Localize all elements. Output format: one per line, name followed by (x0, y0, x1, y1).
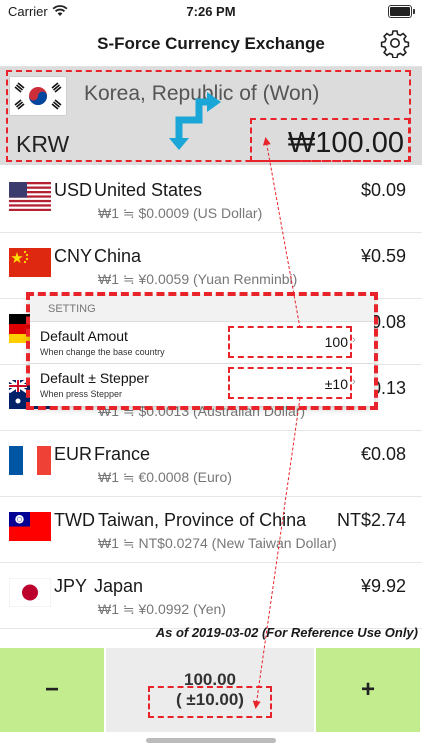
currency-code: CNY (54, 246, 93, 266)
currency-code: TWD (54, 510, 95, 530)
default-amount-row[interactable]: Default Amout When change the base count… (30, 321, 374, 364)
gear-icon[interactable] (380, 28, 410, 58)
country-name: United States (94, 180, 203, 200)
country-name: China (94, 246, 142, 266)
exchange-rate: ₩1 ≒ $0.0009 (US Dollar) (98, 205, 263, 221)
home-indicator (146, 738, 276, 743)
default-amount-label: Default Amout (40, 328, 128, 344)
default-stepper-label: Default ± Stepper (40, 370, 149, 386)
exchange-rate: ₩1 ≒ ¥0.0992 (Yen) (98, 601, 226, 617)
base-amount[interactable]: ₩100.00 (288, 127, 404, 160)
settings-header: SETTING (48, 303, 96, 315)
currency-code: EUR (54, 444, 93, 464)
default-amount-hint: When change the base country (40, 347, 165, 357)
converted-value: ¥9.92 (360, 576, 406, 596)
converted-value: €0.08 (360, 444, 406, 464)
exchange-rate: ₩1 ≒ €0.0008 (Euro) (98, 469, 232, 485)
settings-popup: SETTING Default Amout When change the ba… (30, 296, 374, 406)
swap-arrows-icon[interactable] (165, 84, 225, 156)
country-name: Japan (94, 576, 144, 596)
navigation-bar: S-Force Currency Exchange (0, 22, 422, 67)
exchange-rate: ₩1 ≒ NT$0.0274 (New Taiwan Dollar) (98, 535, 337, 551)
app-title: S-Force Currency Exchange (97, 34, 325, 53)
base-currency-code: KRW (16, 131, 70, 157)
default-amount-input[interactable] (228, 328, 350, 356)
as-of-note: As of 2019-03-02 (For Reference Use Only… (155, 625, 418, 640)
currency-code: USD (54, 180, 93, 200)
default-stepper-input[interactable] (228, 370, 350, 398)
decrement-button[interactable]: − (0, 648, 104, 732)
stepper-amount: 100.00 (184, 670, 236, 689)
currency-code: JPY (54, 576, 88, 596)
france-flag-icon (9, 446, 51, 475)
country-name: France (94, 444, 151, 464)
china-flag-icon (9, 248, 51, 277)
currency-row-usd[interactable]: USD United States $0.09 ₩1 ≒ $0.0009 (US… (0, 167, 422, 233)
converted-value: 0.13 (370, 378, 406, 398)
south-korea-flag-icon (10, 77, 66, 115)
battery-icon (388, 5, 415, 18)
currency-row-jpy[interactable]: JPY Japan ¥9.92 ₩1 ≒ ¥0.0992 (Yen) (0, 563, 422, 629)
converted-value: 0.08 (370, 312, 406, 332)
japan-flag-icon (9, 578, 51, 607)
stepper-increment: ( ±10.00) (176, 690, 244, 709)
taiwan-flag-icon (9, 512, 51, 541)
us-flag-icon (9, 182, 51, 211)
status-bar: Carrier 7:26 PM (0, 0, 422, 22)
clock: 7:26 PM (186, 4, 236, 19)
chevron-right-icon: › (352, 376, 356, 388)
default-stepper-hint: When press Stepper (40, 389, 123, 399)
chevron-right-icon: › (352, 334, 356, 346)
converted-value: NT$2.74 (336, 510, 406, 530)
currency-row-twd[interactable]: TWD Taiwan, Province of China NT$2.74 ₩1… (0, 497, 422, 563)
currency-row-eur[interactable]: EUR France €0.08 ₩1 ≒ €0.0008 (Euro) (0, 431, 422, 497)
currency-row-cny[interactable]: CNY China ¥0.59 ₩1 ≒ ¥0.0059 (Yuan Renmi… (0, 233, 422, 299)
default-stepper-row[interactable]: Default ± Stepper When press Stepper › (30, 363, 374, 406)
stepper-display: 100.00 ( ±10.00) (106, 648, 314, 732)
increment-button[interactable]: + (316, 648, 420, 732)
exchange-rate: ₩1 ≒ ¥0.0059 (Yuan Renminbi) (98, 271, 298, 287)
converted-value: ¥0.59 (360, 246, 406, 266)
country-name: Taiwan, Province of China (98, 510, 307, 530)
stepper-bar: − 100.00 ( ±10.00) + (0, 648, 422, 732)
converted-value: $0.09 (360, 180, 406, 200)
